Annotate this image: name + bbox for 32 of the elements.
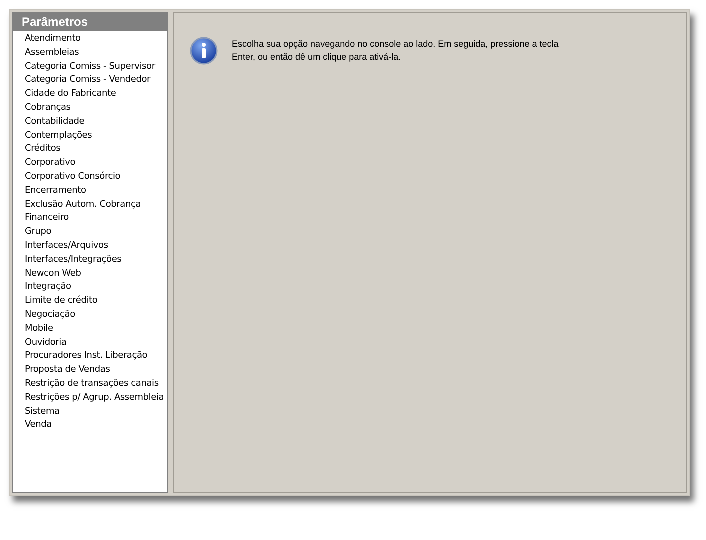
sidebar-item[interactable]: Negociação [25, 308, 167, 323]
sidebar-title: Parâmetros [13, 13, 167, 31]
sidebar-item[interactable]: Categoria Comiss - Supervisor [25, 60, 167, 74]
sidebar-item[interactable]: Interfaces/Arquivos [25, 240, 167, 254]
sidebar-item[interactable]: Ouvidoria [25, 336, 167, 350]
sidebar-item[interactable]: Integração [25, 281, 167, 296]
sidebar-item[interactable]: Contemplações [25, 130, 167, 144]
sidebar-item[interactable]: Venda [25, 419, 167, 434]
sidebar-item[interactable]: Proposta de Vendas [25, 364, 167, 378]
sidebar-item[interactable]: Contabilidade [25, 116, 167, 130]
sidebar-item[interactable]: Restrições p/ Agrup. Assembleia [25, 392, 167, 406]
info-message: Escolha sua opção navegando no console ao lado. Em seguida, pressione a tecla Enter, ou então dê um clique para ativá-la. [232, 38, 560, 64]
sidebar-item[interactable]: Cidade do Fabricante [25, 88, 167, 102]
info-icon [190, 37, 218, 65]
sidebar-item[interactable]: Encerramento [25, 184, 167, 199]
sidebar-item[interactable]: Corporativo Consórcio [25, 170, 167, 185]
sidebar-item[interactable]: Restrição de transações canais [25, 378, 167, 392]
sidebar-item[interactable]: Assembleias [25, 46, 167, 61]
sidebar-item[interactable]: Financeiro [25, 212, 167, 226]
sidebar-item[interactable]: Exclusão Autom. Cobrança [25, 198, 167, 212]
sidebar-item[interactable]: Grupo [25, 226, 167, 240]
sidebar-item[interactable]: Interfaces/Integrações [25, 254, 167, 268]
sidebar-item[interactable]: Limite de crédito [25, 295, 167, 309]
sidebar-item[interactable]: Atendimento [25, 33, 167, 47]
sidebar-item[interactable]: Categoria Comiss - Vendedor [25, 74, 167, 88]
sidebar-item[interactable]: Newcon Web [25, 268, 167, 282]
sidebar-item[interactable]: Corporativo [25, 157, 167, 171]
sidebar-item[interactable]: Cobranças [25, 102, 167, 116]
sidebar-item[interactable]: Créditos [25, 143, 167, 158]
sidebar-item[interactable]: Mobile [25, 322, 167, 337]
sidebar-item[interactable]: Sistema [25, 406, 167, 420]
sidebar-item[interactable]: Procuradores Inst. Liberação [25, 350, 167, 364]
